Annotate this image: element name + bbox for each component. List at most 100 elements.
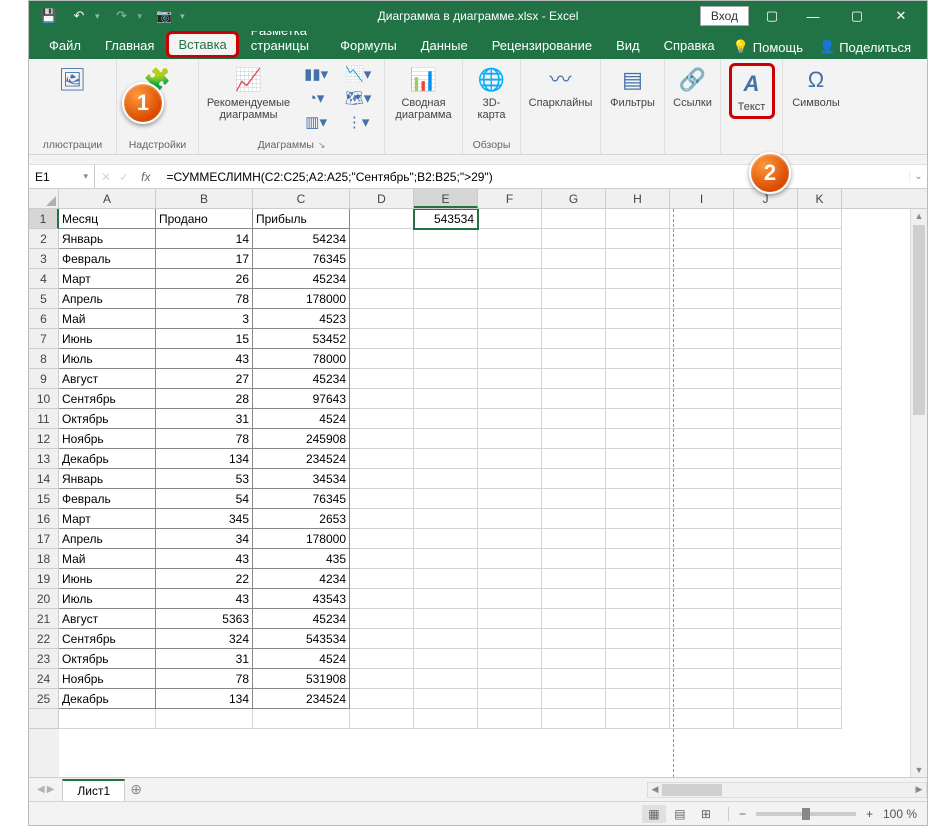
cell[interactable] — [670, 429, 734, 449]
cell[interactable] — [542, 209, 606, 229]
cell[interactable] — [414, 289, 478, 309]
cell[interactable] — [670, 569, 734, 589]
cell[interactable] — [350, 669, 414, 689]
cell[interactable]: Февраль — [59, 249, 156, 269]
pie-chart-icon[interactable]: ◔▾ — [298, 87, 334, 109]
col-header-C[interactable]: C — [253, 189, 350, 208]
col-header-G[interactable]: G — [542, 189, 606, 208]
cell[interactable] — [350, 489, 414, 509]
cell[interactable] — [670, 289, 734, 309]
cell[interactable] — [606, 529, 670, 549]
cell[interactable] — [253, 709, 350, 729]
cell[interactable] — [478, 449, 542, 469]
cell[interactable] — [734, 549, 798, 569]
cell[interactable] — [670, 389, 734, 409]
row-header[interactable]: 6 — [29, 309, 59, 329]
cell[interactable] — [542, 509, 606, 529]
cell[interactable] — [478, 209, 542, 229]
cell[interactable] — [798, 309, 842, 329]
cell[interactable] — [606, 329, 670, 349]
cell[interactable] — [414, 609, 478, 629]
cell[interactable]: Ноябрь — [59, 429, 156, 449]
cell[interactable] — [606, 469, 670, 489]
cell[interactable]: Январь — [59, 229, 156, 249]
cell[interactable]: Сентябрь — [59, 389, 156, 409]
cell[interactable] — [350, 629, 414, 649]
sheet-tab[interactable]: Лист1 — [62, 779, 125, 801]
minimize-icon[interactable]: — — [795, 6, 831, 26]
row-header[interactable]: 16 — [29, 509, 59, 529]
cell[interactable] — [734, 649, 798, 669]
cell[interactable]: 76345 — [253, 249, 350, 269]
cell[interactable] — [478, 429, 542, 449]
cell[interactable] — [350, 289, 414, 309]
cell[interactable] — [606, 569, 670, 589]
cell[interactable] — [798, 429, 842, 449]
cell[interactable] — [670, 369, 734, 389]
row-header[interactable]: 5 — [29, 289, 59, 309]
cell[interactable] — [670, 649, 734, 669]
cell[interactable] — [606, 609, 670, 629]
cell[interactable] — [414, 509, 478, 529]
cell[interactable]: 543534 — [414, 209, 478, 229]
cell[interactable] — [542, 549, 606, 569]
cell[interactable] — [414, 329, 478, 349]
cell[interactable] — [606, 389, 670, 409]
cell[interactable] — [478, 609, 542, 629]
cell[interactable] — [414, 429, 478, 449]
cell[interactable] — [606, 689, 670, 709]
scatter-chart-icon[interactable]: ⋮▾ — [340, 111, 376, 133]
cell[interactable] — [798, 569, 842, 589]
cell[interactable]: Октябрь — [59, 409, 156, 429]
cell[interactable] — [670, 669, 734, 689]
cell[interactable]: 54 — [156, 489, 253, 509]
cell[interactable] — [734, 369, 798, 389]
cell[interactable] — [606, 449, 670, 469]
cell[interactable]: 134 — [156, 689, 253, 709]
row-header[interactable]: 20 — [29, 589, 59, 609]
cell[interactable]: 78 — [156, 669, 253, 689]
row-header[interactable]: 12 — [29, 429, 59, 449]
line-chart-icon[interactable]: 📉▾ — [340, 63, 376, 85]
cell[interactable] — [734, 489, 798, 509]
cell[interactable] — [542, 269, 606, 289]
formula-input[interactable]: =СУММЕСЛИМН(C2:C25;A2:A25;"Сентябрь";B2:… — [160, 170, 909, 184]
tell-me[interactable]: 💡Помощь — [727, 35, 809, 59]
cell[interactable] — [478, 549, 542, 569]
zoom-level[interactable]: 100 % — [883, 807, 917, 821]
cell[interactable] — [734, 429, 798, 449]
cell[interactable] — [734, 349, 798, 369]
cell[interactable] — [350, 469, 414, 489]
cell[interactable] — [542, 629, 606, 649]
cell[interactable]: 31 — [156, 649, 253, 669]
cell[interactable] — [734, 569, 798, 589]
cell[interactable] — [478, 469, 542, 489]
cell[interactable] — [734, 409, 798, 429]
cell[interactable] — [350, 529, 414, 549]
tab-help[interactable]: Справка — [652, 33, 727, 59]
cell[interactable] — [670, 549, 734, 569]
row-header[interactable]: 4 — [29, 269, 59, 289]
cell[interactable]: 78 — [156, 429, 253, 449]
scroll-down-icon[interactable]: ▼ — [911, 763, 927, 777]
normal-view-icon[interactable]: ▦ — [642, 805, 666, 823]
row-header[interactable]: 19 — [29, 569, 59, 589]
cell[interactable] — [478, 229, 542, 249]
cell[interactable] — [478, 409, 542, 429]
cell[interactable] — [798, 489, 842, 509]
cell[interactable]: 34534 — [253, 469, 350, 489]
cell[interactable]: Август — [59, 369, 156, 389]
cell[interactable] — [734, 469, 798, 489]
cell[interactable]: 43543 — [253, 589, 350, 609]
cell[interactable] — [350, 429, 414, 449]
row-header[interactable]: 7 — [29, 329, 59, 349]
cell[interactable] — [734, 229, 798, 249]
row-header[interactable]: 23 — [29, 649, 59, 669]
cell[interactable] — [478, 489, 542, 509]
links-button[interactable]: 🔗Ссылки — [669, 63, 716, 111]
text-button[interactable]: AТекст — [733, 67, 771, 115]
undo-dropdown-icon[interactable]: ▾ — [95, 11, 100, 22]
cell[interactable] — [734, 269, 798, 289]
cell[interactable] — [734, 389, 798, 409]
cell[interactable] — [478, 349, 542, 369]
